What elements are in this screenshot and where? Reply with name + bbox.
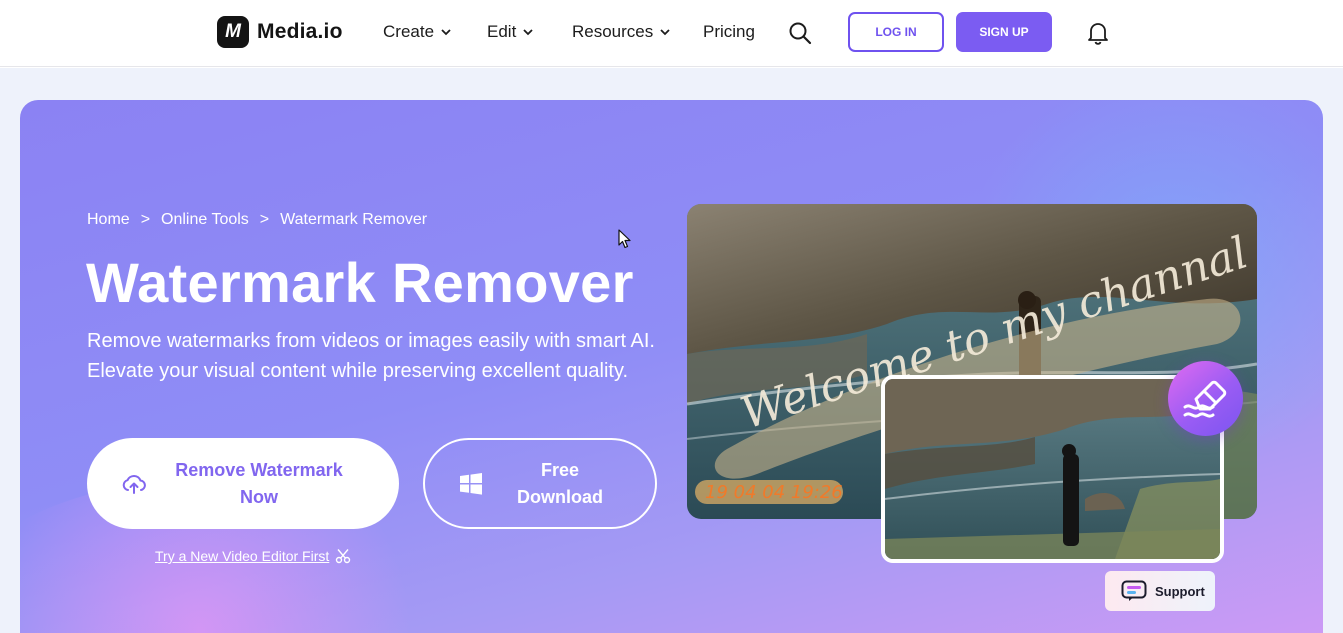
nav-resources[interactable]: Resources <box>572 22 671 42</box>
mouse-cursor-icon <box>618 229 631 249</box>
page-title: Watermark Remover <box>86 251 634 314</box>
scissors-icon <box>336 549 351 564</box>
nav-create-label: Create <box>383 22 435 41</box>
logo[interactable]: M Media.io <box>217 16 343 48</box>
support-label: Support <box>1155 583 1205 599</box>
remove-watermark-label: Remove Watermark Now <box>175 459 343 507</box>
eraser-icon <box>1183 380 1227 418</box>
breadcrumb: Home > Online Tools > Watermark Remover <box>87 211 427 229</box>
windows-icon <box>460 473 482 495</box>
chat-support-icon <box>1121 580 1147 601</box>
try-video-editor-link[interactable]: Try a New Video Editor First <box>155 548 351 564</box>
nav-edit[interactable]: Edit <box>487 22 534 42</box>
nav-edit-label: Edit <box>487 22 517 41</box>
eraser-badge <box>1168 361 1243 436</box>
timestamp-text: 19 04 04 19:26 <box>705 482 843 503</box>
bell-icon[interactable] <box>1087 21 1109 45</box>
breadcrumb-separator: > <box>140 211 151 228</box>
hero-description: Remove watermarks from videos or images … <box>87 330 655 382</box>
login-button[interactable]: LOG IN <box>848 12 944 52</box>
nav-pricing-label: Pricing <box>703 22 755 41</box>
try-video-editor-label: Try a New Video Editor First <box>155 548 330 564</box>
nav-pricing[interactable]: Pricing <box>703 22 755 42</box>
cloud-upload-icon <box>122 474 146 494</box>
signup-button[interactable]: SIGN UP <box>956 12 1052 52</box>
free-download-button[interactable]: Free Download <box>423 438 657 529</box>
chevron-down-icon <box>523 29 533 36</box>
chevron-down-icon <box>660 29 670 36</box>
search-icon[interactable] <box>788 21 812 45</box>
free-download-label: Free Download <box>517 459 603 507</box>
breadcrumb-online-tools[interactable]: Online Tools <box>161 211 249 229</box>
media-io-logo-icon: M <box>217 16 249 48</box>
nav-create[interactable]: Create <box>383 22 452 42</box>
nav-resources-label: Resources <box>572 22 654 41</box>
remove-watermark-button[interactable]: Remove Watermark Now <box>87 438 399 529</box>
breadcrumb-current: Watermark Remover <box>280 211 428 228</box>
breadcrumb-home[interactable]: Home <box>87 211 130 229</box>
breadcrumb-separator: > <box>259 211 270 228</box>
support-button[interactable]: Support <box>1105 571 1215 611</box>
logo-text: Media.io <box>257 20 343 43</box>
site-header: M Media.io Create Edit Resources Pricing… <box>0 0 1343 67</box>
chevron-down-icon <box>441 29 451 36</box>
